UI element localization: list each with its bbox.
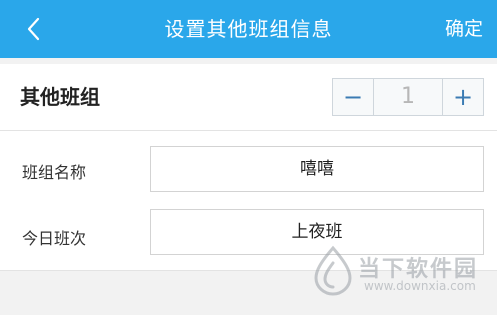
- top-app-bar: 设置其他班组信息 确定: [0, 0, 497, 58]
- site-watermark: 当下软件园 www.downxia.com: [310, 245, 480, 305]
- shift-label: 今日班次: [22, 229, 87, 248]
- group-name-label: 班组名称: [22, 163, 87, 182]
- increment-button[interactable]: +: [442, 79, 483, 115]
- group-name-input[interactable]: 嘻嘻: [150, 146, 484, 192]
- downxia-logo-icon: [314, 245, 352, 296]
- decrement-button[interactable]: −: [333, 79, 374, 115]
- page-title: 设置其他班组信息: [164, 17, 333, 41]
- group-count-value[interactable]: 1: [374, 79, 442, 115]
- watermark-url: www.downxia.com: [364, 279, 476, 293]
- other-group-row: 其他班组 − 1 +: [0, 64, 497, 131]
- confirm-button[interactable]: 确定: [445, 0, 483, 58]
- other-group-label: 其他班组: [20, 85, 100, 109]
- group-count-stepper: − 1 +: [332, 78, 484, 116]
